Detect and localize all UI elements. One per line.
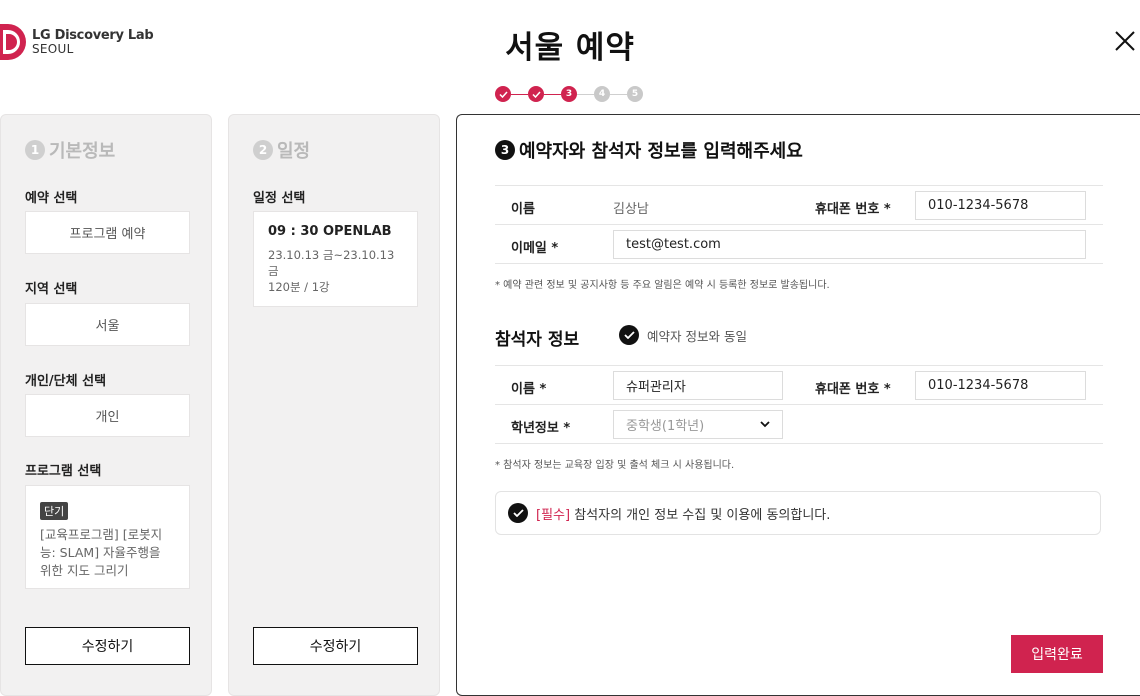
grade-label: 학년정보 * <box>511 421 571 436</box>
booker-table: 이름 김상남 휴대폰 번호 * 010-1234-5678 이메일 * test… <box>495 185 1103 264</box>
program-card: 단기 [교육프로그램] [로봇지능: SLAM] 자율주행을 위한 지도 그리기 <box>25 485 190 589</box>
grade-select[interactable]: 중학생(1학년) <box>613 410 783 439</box>
schedule-panel: 2 일정 일정 선택 09 : 30 OPENLAB 23.10.13 금~23… <box>228 114 440 696</box>
attendee-name-input[interactable]: 슈퍼관리자 <box>613 371 783 400</box>
page-title: 서울 예약 <box>505 30 635 66</box>
region-label: 지역 선택 <box>25 282 78 297</box>
panel-title: 일정 <box>277 141 311 162</box>
chevron-down-icon <box>760 421 770 428</box>
type-label: 개인/단체 선택 <box>25 374 107 389</box>
booker-name-label: 이름 <box>511 202 535 217</box>
submit-button[interactable]: 입력완료 <box>1011 635 1103 673</box>
booker-phone-label: 휴대폰 번호 * <box>815 202 891 217</box>
panel-header: 1 기본정보 <box>25 137 115 163</box>
step-1-done <box>495 86 511 102</box>
form-header: 3 예약자와 참석자 정보를 입력해주세요 <box>495 137 803 163</box>
attendee-phone-label: 휴대폰 번호 * <box>815 382 891 397</box>
panel-header: 2 일정 <box>253 137 310 163</box>
booker-row-2: 이메일 * test@test.com <box>495 225 1103 264</box>
close-button[interactable] <box>1114 30 1136 52</box>
attendee-phone-input[interactable]: 010-1234-5678 <box>915 371 1086 400</box>
check-circle-icon <box>508 503 528 523</box>
edit-basic-info-button[interactable]: 수정하기 <box>25 627 190 665</box>
step-number: 3 <box>495 140 515 160</box>
attendee-note: * 참석자 정보는 교육장 입장 및 출석 체크 시 사용됩니다. <box>495 460 735 471</box>
booker-row-1: 이름 김상남 휴대폰 번호 * 010-1234-5678 <box>495 186 1103 225</box>
check-icon <box>498 90 508 98</box>
step-number: 1 <box>25 140 45 160</box>
step-3-active: 3 <box>561 86 577 102</box>
attendee-row-1: 이름 * 슈퍼관리자 휴대폰 번호 * 010-1234-5678 <box>495 366 1103 405</box>
schedule-label: 일정 선택 <box>253 191 306 206</box>
booker-name-value: 김상남 <box>613 202 649 217</box>
program-label: 프로그램 선택 <box>25 464 102 479</box>
required-tag: [필수] <box>536 507 571 523</box>
reservation-label: 예약 선택 <box>25 191 78 206</box>
step-connector <box>511 93 528 95</box>
privacy-consent-checkbox[interactable]: [필수] 참석자의 개인 정보 수집 및 이용에 동의합니다. <box>495 491 1101 535</box>
schedule-title: 09 : 30 OPENLAB <box>268 224 392 239</box>
same-as-booker-checkbox[interactable]: 예약자 정보와 동일 <box>619 325 747 345</box>
progress-stepper: 3 4 5 <box>495 86 643 102</box>
panel-title: 기본정보 <box>49 141 116 162</box>
info-form-panel: 3 예약자와 참석자 정보를 입력해주세요 이름 김상남 휴대폰 번호 * 01… <box>456 114 1140 696</box>
schedule-duration: 120분 / 1강 <box>268 280 330 294</box>
schedule-dates: 23.10.13 금~23.10.13 금 <box>268 248 395 278</box>
booker-phone-input[interactable]: 010-1234-5678 <box>915 191 1086 220</box>
reservation-value: 프로그램 예약 <box>25 211 190 254</box>
same-as-booker-label: 예약자 정보와 동일 <box>647 328 747 344</box>
attendee-name-label: 이름 * <box>511 382 547 397</box>
close-icon <box>1115 31 1135 51</box>
step-connector <box>544 93 561 95</box>
consent-text: 참석자의 개인 정보 수집 및 이용에 동의합니다. <box>570 507 831 523</box>
program-name: [교육프로그램] [로봇지능: SLAM] 자율주행을 위한 지도 그리기 <box>40 527 163 578</box>
type-value: 개인 <box>25 394 190 437</box>
region-value: 서울 <box>25 303 190 346</box>
booker-email-input[interactable]: test@test.com <box>613 230 1086 259</box>
step-number: 2 <box>253 140 273 160</box>
step-connector <box>577 93 594 95</box>
step-2-done <box>528 86 544 102</box>
attendee-section-title: 참석자 정보 <box>495 330 580 350</box>
attendee-table: 이름 * 슈퍼관리자 휴대폰 번호 * 010-1234-5678 학년정보 *… <box>495 365 1103 444</box>
form-title: 예약자와 참석자 정보를 입력해주세요 <box>519 141 803 162</box>
edit-schedule-button[interactable]: 수정하기 <box>253 627 418 665</box>
step-connector <box>610 93 627 95</box>
basic-info-panel: 1 기본정보 예약 선택 프로그램 예약 지역 선택 서울 개인/단체 선택 개… <box>0 114 212 696</box>
check-icon <box>531 90 541 98</box>
consent-label: [필수] 참석자의 개인 정보 수집 및 이용에 동의합니다. <box>536 504 830 523</box>
grade-selected: 중학생(1학년) <box>626 419 705 434</box>
step-5: 5 <box>627 86 643 102</box>
booker-email-label: 이메일 * <box>511 241 559 256</box>
program-badge: 단기 <box>40 502 69 520</box>
step-4: 4 <box>594 86 610 102</box>
attendee-row-2: 학년정보 * 중학생(1학년) <box>495 405 1103 444</box>
schedule-card: 09 : 30 OPENLAB 23.10.13 금~23.10.13 금 12… <box>253 211 418 307</box>
check-circle-icon <box>619 325 639 345</box>
booker-note: * 예약 관련 정보 및 공지사항 등 주요 알림은 예약 시 등록한 정보로 … <box>495 280 830 291</box>
